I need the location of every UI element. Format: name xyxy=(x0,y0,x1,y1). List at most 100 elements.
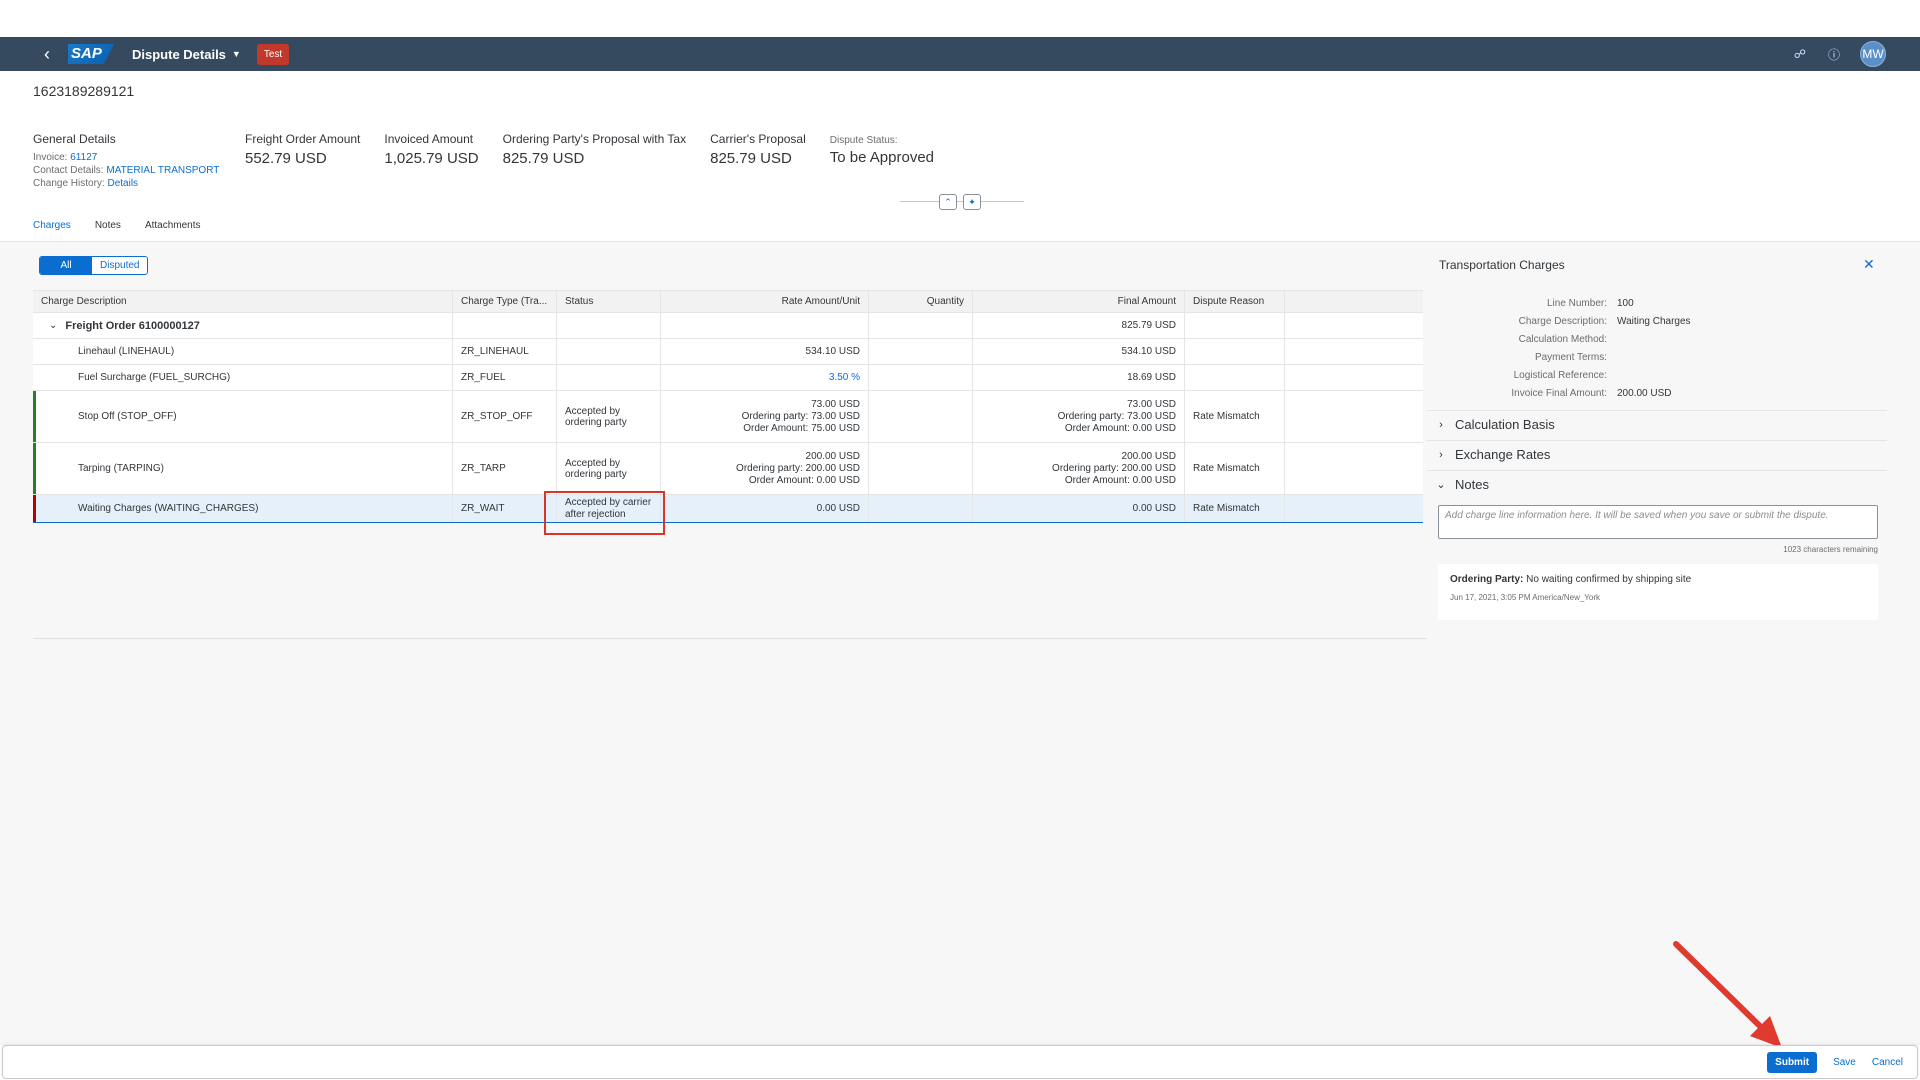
caret-down-icon: ▼ xyxy=(231,49,241,59)
filter-disputed-button[interactable]: Disputed xyxy=(92,257,148,274)
exchange-rates-panel-header[interactable]: › Exchange Rates xyxy=(1427,440,1887,468)
table-row-selected[interactable]: Waiting Charges (WAITING_CHARGES) ZR_WAI… xyxy=(33,495,1423,523)
charge-type: ZR_WAIT xyxy=(453,495,557,522)
general-details: General Details Invoice: 61127 Contact D… xyxy=(33,132,245,190)
charge-type: ZR_STOP_OFF xyxy=(453,391,557,442)
collapse-header-button[interactable]: ⌃ xyxy=(939,194,957,210)
notes-textarea[interactable]: Add charge line information here. It wil… xyxy=(1438,505,1878,539)
rate-ordering-party: Ordering party: 73.00 USD xyxy=(741,410,860,422)
column-header[interactable]: Quantity xyxy=(869,291,973,312)
charge-description: Linehaul (LINEHAUL) xyxy=(33,339,453,364)
filter-segmented-button: All Disputed xyxy=(39,256,149,275)
column-header[interactable]: Status xyxy=(557,291,661,312)
app-title-menu[interactable]: Dispute Details ▼ xyxy=(132,47,241,62)
quantity xyxy=(869,391,973,442)
header-collapse-bar: ⌃ ✦ xyxy=(900,194,1024,210)
column-header[interactable]: Rate Amount/Unit xyxy=(661,291,869,312)
pin-header-button[interactable]: ✦ xyxy=(963,194,981,210)
kpi-label: Carrier's Proposal xyxy=(710,132,806,146)
charge-description: Stop Off (STOP_OFF) xyxy=(33,391,453,442)
kpi-invoiced-amount: Invoiced Amount 1,025.79 USD xyxy=(384,132,478,190)
empty-cell xyxy=(1285,391,1423,442)
form-row: Payment Terms: xyxy=(1427,348,1887,366)
rate-amount-link[interactable]: 3.50 % xyxy=(661,365,869,390)
tab-bar: Charges Notes Attachments xyxy=(33,220,201,243)
quantity xyxy=(869,365,973,390)
field-label: Logistical Reference: xyxy=(1513,369,1607,381)
contact-link[interactable]: MATERIAL TRANSPORT xyxy=(106,165,219,176)
field-value: 100 xyxy=(1617,297,1634,309)
group-cell: ⌄ Freight Order 6100000127 xyxy=(33,313,453,338)
object-id: 1623189289121 xyxy=(33,83,135,99)
tab-charges[interactable]: Charges xyxy=(33,220,71,243)
dispute-reason xyxy=(1185,339,1285,364)
submit-button[interactable]: Submit xyxy=(1767,1051,1818,1073)
tab-notes[interactable]: Notes xyxy=(95,220,121,243)
field-label: Payment Terms: xyxy=(1534,351,1607,363)
system-badge: Test xyxy=(256,43,290,65)
chars-remaining: 1023 characters remaining xyxy=(1783,545,1878,554)
empty-cell xyxy=(1285,339,1423,364)
final-order-amount: Order Amount: 0.00 USD xyxy=(1064,422,1176,434)
charge-status xyxy=(557,365,661,390)
final-ordering-party: Ordering party: 200.00 USD xyxy=(1052,462,1176,474)
dispute-reason: Rate Mismatch xyxy=(1185,391,1285,442)
field-label: Calculation Method: xyxy=(1518,333,1607,345)
empty-cell xyxy=(1285,365,1423,390)
invoice-link[interactable]: 61127 xyxy=(70,152,97,163)
charge-type: ZR_TARP xyxy=(453,443,557,494)
note-card: Ordering Party: No waiting confirmed by … xyxy=(1438,564,1878,620)
annotation-highlight-box xyxy=(544,491,665,535)
dispute-reason: Rate Mismatch xyxy=(1185,495,1285,522)
empty-cell xyxy=(1285,443,1423,494)
final-amount: 73.00 USD Ordering party: 73.00 USD Order … xyxy=(973,391,1185,442)
charge-status xyxy=(557,339,661,364)
chevron-right-icon: › xyxy=(1439,448,1443,461)
final-amount: 0.00 USD xyxy=(973,495,1185,522)
column-header[interactable]: Dispute Reason xyxy=(1185,291,1285,312)
kpi-value: 552.79 USD xyxy=(245,150,327,167)
kpi-label: Freight Order Amount xyxy=(245,132,361,146)
rate-amount: 0.00 USD xyxy=(661,495,869,522)
group-final-amount: 825.79 USD xyxy=(973,313,1185,338)
column-header[interactable]: Charge Description xyxy=(33,291,453,312)
rate-value: 73.00 USD xyxy=(811,398,860,410)
table-row[interactable]: Linehaul (LINEHAUL) ZR_LINEHAUL 534.10 U… xyxy=(33,339,1423,365)
status-label: Dispute Status: xyxy=(829,135,898,146)
kpi-freight-order-amount: Freight Order Amount 552.79 USD xyxy=(245,132,360,190)
table-row[interactable]: Tarping (TARPING) ZR_TARP Accepted by or… xyxy=(33,443,1423,495)
table-row[interactable]: Fuel Surcharge (FUEL_SURCHG) ZR_FUEL 3.5… xyxy=(33,365,1423,391)
chevron-down-icon[interactable]: ⌄ xyxy=(49,320,57,331)
close-icon[interactable]: ✕ xyxy=(1863,256,1875,273)
empty-cell xyxy=(453,313,557,338)
notes-panel-header[interactable]: ⌄ Notes xyxy=(1427,470,1887,498)
charge-description: Fuel Surcharge (FUEL_SURCHG) xyxy=(33,365,453,390)
column-header[interactable]: Charge Type (Tra... xyxy=(453,291,557,312)
tab-attachments[interactable]: Attachments xyxy=(145,220,201,243)
empty-cell xyxy=(557,313,661,338)
calculation-basis-panel-header[interactable]: › Calculation Basis xyxy=(1427,410,1887,438)
table-row[interactable]: Stop Off (STOP_OFF) ZR_STOP_OFF Accepted… xyxy=(33,391,1423,443)
contact-label: Contact Details: xyxy=(33,165,104,176)
final-amount: 200.00 USD Ordering party: 200.00 USD Orde… xyxy=(973,443,1185,494)
history-label: Change History: xyxy=(33,178,105,189)
user-avatar[interactable]: MW xyxy=(1860,41,1886,67)
column-header[interactable]: Final Amount xyxy=(973,291,1185,312)
empty-cell xyxy=(1285,313,1423,338)
section-title: Exchange Rates xyxy=(1455,447,1551,462)
share-icon[interactable]: ☍ xyxy=(1792,46,1808,62)
dispute-reason: Rate Mismatch xyxy=(1185,443,1285,494)
header-kpis: General Details Invoice: 61127 Contact D… xyxy=(33,132,958,190)
table-group-row[interactable]: ⌄ Freight Order 6100000127 825.79 USD xyxy=(33,313,1423,339)
final-order-amount: Order Amount: 0.00 USD xyxy=(1064,474,1176,486)
note-content: Ordering Party: No waiting confirmed by … xyxy=(1450,574,1866,585)
kpi-value: 825.79 USD xyxy=(710,150,792,167)
history-link[interactable]: Details xyxy=(107,178,138,189)
filter-all-button[interactable]: All xyxy=(40,257,92,274)
charges-table: Charge Description Charge Type (Tra... S… xyxy=(33,290,1423,523)
back-button[interactable]: ‹ xyxy=(30,37,64,71)
kpi-carrier-proposal: Carrier's Proposal 825.79 USD xyxy=(710,132,806,190)
cancel-button[interactable]: Cancel xyxy=(1872,1057,1903,1068)
help-icon[interactable]: ⓘ xyxy=(1826,46,1842,62)
save-button[interactable]: Save xyxy=(1833,1057,1856,1068)
